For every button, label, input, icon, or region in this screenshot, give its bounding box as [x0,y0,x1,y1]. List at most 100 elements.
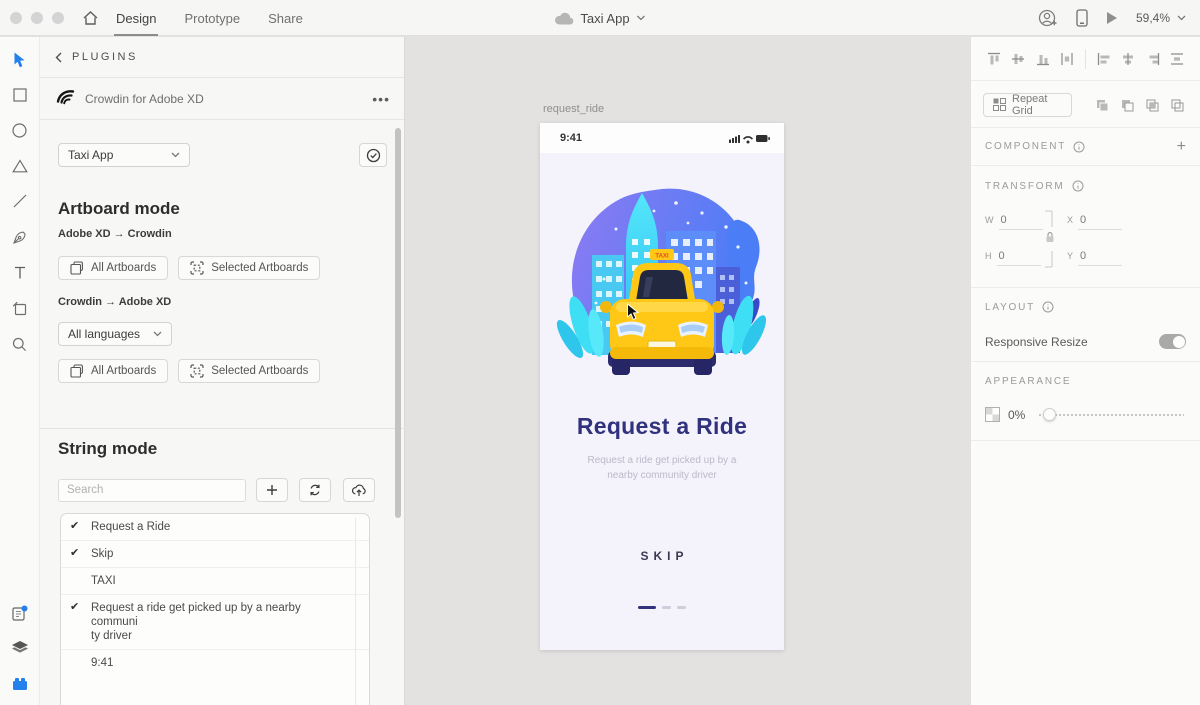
artboard-request-ride[interactable]: 9:41 TAXI Request a Ride Request a ride … [540,123,784,650]
align-middle-button[interactable] [1007,47,1029,71]
window-controls[interactable] [10,12,64,24]
taxi-sign-text: TAXI [655,254,669,260]
tab-design[interactable]: Design [113,0,159,36]
panel-scrollbar[interactable] [395,128,401,518]
toolbar-divider [1085,48,1086,69]
device-preview-button[interactable] [1076,9,1088,27]
distribute-horizontal-button[interactable] [1166,47,1188,71]
zoom-level-control[interactable]: 59,4% [1136,11,1186,25]
repeat-grid-button[interactable]: Repeat Grid [983,92,1072,117]
selection-marquee-icon [190,261,204,275]
tab-share[interactable]: Share [268,0,303,36]
taxi-illustration: TAXI [556,183,768,379]
screen-subtitle[interactable]: Request a ride get picked up by a nearby… [540,453,784,483]
rectangle-tool[interactable] [6,81,34,109]
tab-prototype-label: Prototype [184,10,241,26]
layers-button[interactable] [6,634,34,662]
validate-project-button[interactable] [359,143,387,167]
all-artboards-button[interactable]: All Artboards [58,256,169,280]
artboard-name-label[interactable]: request_ride [543,103,604,115]
project-select[interactable]: Taxi App [58,143,190,167]
width-field[interactable] [998,214,1043,230]
selected-artboards-button[interactable]: Selected Artboards [178,359,321,383]
pen-tool[interactable] [6,223,34,251]
y-field[interactable] [1078,250,1123,266]
all-artboards-label: All Artboards [91,365,157,377]
close-window-icon[interactable] [10,12,22,24]
selected-artboards-button[interactable]: Selected Artboards [178,256,321,280]
list-scrollbar-track[interactable] [355,518,356,705]
responsive-resize-toggle[interactable] [1159,334,1186,349]
home-button[interactable] [82,10,99,26]
align-center-button[interactable] [1117,47,1139,71]
tab-prototype[interactable]: Prototype [184,0,240,36]
design-canvas[interactable]: request_ride 9:41 TAXI Request a Ride Re… [406,37,970,705]
artboard-icon [12,301,27,316]
lock-aspect-icon[interactable] [1045,231,1055,243]
tab-share-label: Share [268,10,303,26]
search-input[interactable] [58,478,246,502]
add-string-button[interactable] [256,478,288,502]
align-bottom-button[interactable] [1032,47,1054,71]
align-left-button[interactable] [1093,47,1115,71]
align-top-button[interactable] [983,47,1005,71]
all-artboards-button[interactable]: All Artboards [58,359,169,383]
boolean-subtract-button[interactable] [1116,93,1138,117]
text-tool-icon [13,265,27,280]
distribute-vertical-button[interactable] [1056,47,1078,71]
string-search-row [58,478,387,502]
string-list-item[interactable]: ✔ Request a Ride [61,514,369,541]
string-list-item[interactable]: ✔ Skip [61,541,369,568]
boolean-add-button[interactable] [1091,93,1113,117]
polygon-tool[interactable] [6,152,34,180]
titlebar-actions: 59,4% [1038,0,1186,36]
string-list-item[interactable]: ✔ Request a ride get picked up by a nearb… [61,595,369,650]
opacity-slider[interactable] [1039,408,1186,421]
opacity-slider-knob[interactable] [1043,408,1057,421]
minimize-window-icon[interactable] [31,12,43,24]
sync-strings-button[interactable] [299,478,331,502]
align-right-button[interactable] [1141,47,1163,71]
project-select-row: Taxi App [58,143,387,167]
add-component-button[interactable]: + [1177,138,1186,156]
info-icon [1073,141,1085,153]
string-list-item[interactable]: 9:41 [61,650,369,676]
zoom-window-icon[interactable] [52,12,64,24]
screen-title[interactable]: Request a Ride [540,413,784,440]
boolean-intersect-button[interactable] [1141,93,1163,117]
text-tool[interactable] [6,258,34,286]
select-tool[interactable] [6,46,34,74]
phone-status-bar: 9:41 [540,123,784,153]
artboard-tool[interactable] [6,294,34,322]
height-field[interactable] [996,250,1041,266]
translated-check-icon: ✔ [70,601,80,613]
play-preview-button[interactable] [1106,11,1118,25]
zoom-tool[interactable] [6,330,34,358]
share-invite-button[interactable] [1038,9,1058,27]
ellipse-tool[interactable] [6,116,34,144]
opacity-slider-track [1039,414,1184,416]
home-icon [82,10,99,26]
plugin-menu-button[interactable]: ••• [372,92,390,106]
cloud-icon [554,12,574,25]
document-title-menu[interactable]: Taxi App [554,0,646,36]
languages-select[interactable]: All languages [58,322,172,346]
upload-strings-button[interactable] [343,478,375,502]
plugins-page-button[interactable] [6,599,34,627]
chevron-down-icon [637,15,646,21]
all-artboards-label: All Artboards [91,262,157,274]
opacity-checker-icon [985,407,1000,422]
x-field[interactable] [1078,214,1123,230]
plugins-back-label: PLUGINS [72,51,138,63]
line-tool[interactable] [6,187,34,215]
plugins-panel-button[interactable] [6,670,34,698]
stacked-artboards-icon [70,364,84,378]
skip-button[interactable]: SKIP [540,549,784,563]
plugins-panel-header[interactable]: PLUGINS [40,37,404,78]
plugins-panel: PLUGINS Crowdin for Adobe XD ••• Taxi Ap… [40,37,405,705]
screen-subtitle-line2: nearby community driver [607,470,717,481]
refresh-icon [308,483,322,497]
app-titlebar: Design Prototype Share Taxi App 59,4% [0,0,1200,36]
boolean-exclude-button[interactable] [1166,93,1188,117]
string-list-item[interactable]: TAXI [61,568,369,595]
